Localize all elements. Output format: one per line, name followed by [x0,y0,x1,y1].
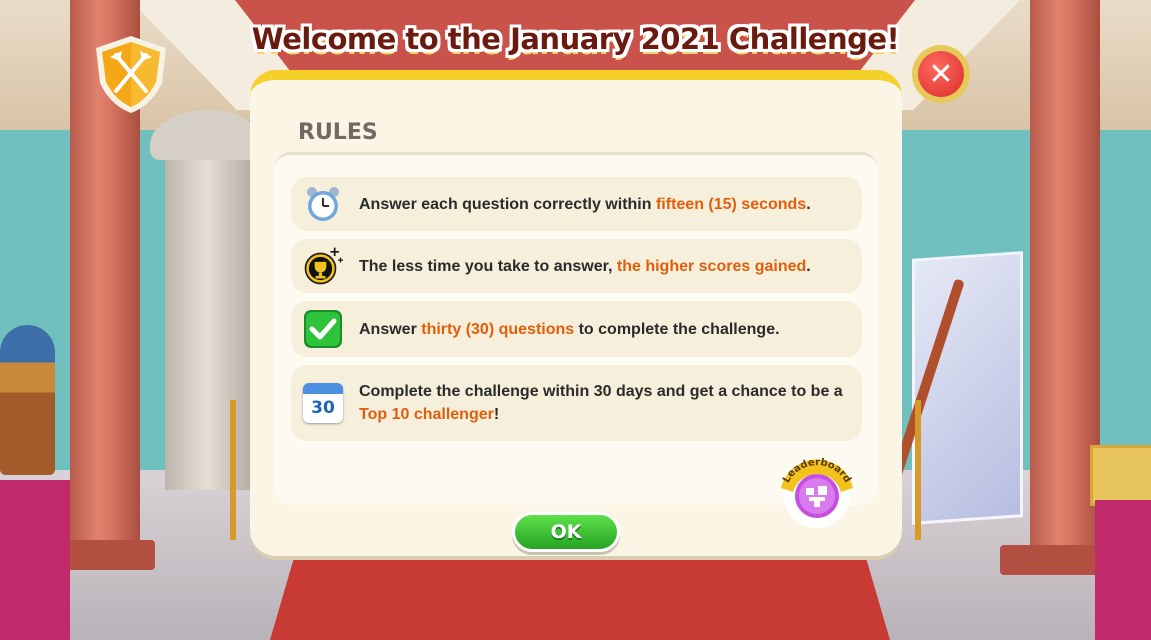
ok-button[interactable]: OK [512,512,620,552]
trophy-icon [303,246,343,286]
alarm-clock-icon [303,184,343,224]
rule-highlight: the higher scores gained [616,257,807,275]
rule-item: The less time you take to answer, the hi… [291,239,862,293]
rule-text: to complete the challenge. [574,320,780,338]
rule-text: . [806,257,811,275]
rule-text: ! [493,406,500,423]
rule-text: . [806,195,811,213]
rule-text: Answer [359,320,422,338]
calendar-day: 30 [311,398,335,418]
rule-highlight: Top 10 challenger [359,406,494,423]
rules-heading: RULES [298,120,378,145]
close-icon: ✕ [918,51,964,97]
rule-text: Answer each question correctly within [359,195,656,213]
rule-item: Answer each question correctly within fi… [291,177,862,231]
rule-item: 30 Complete the challenge within 30 days… [291,365,862,441]
rule-text: The less time you take to answer, [359,257,617,275]
close-button[interactable]: ✕ [912,45,970,103]
checkmark-icon [303,309,343,349]
rule-text: Complete the challenge within 30 days an… [359,383,843,400]
rule-item: Answer thirty (30) questions to complete… [291,301,862,357]
page-title: Welcome to the January 2021 Challenge! [251,22,900,56]
rule-highlight: thirty (30) questions [421,320,575,338]
rule-highlight: fifteen (15) seconds [655,195,807,213]
calendar-icon: 30 [303,383,343,423]
leaderboard-button[interactable]: Leaderboard [775,448,859,532]
